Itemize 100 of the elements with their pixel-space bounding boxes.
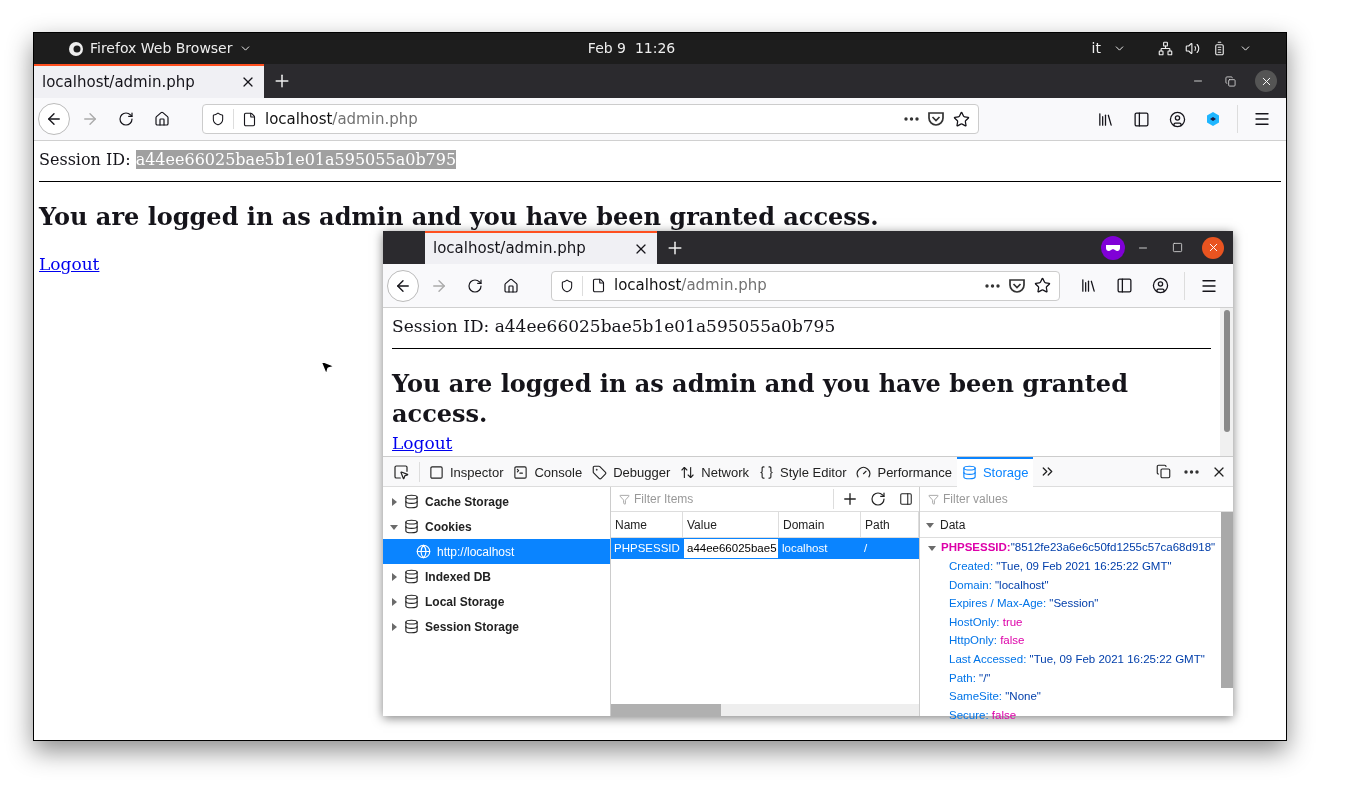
collapsed-caret-icon[interactable] <box>390 572 398 581</box>
console-tool-icon <box>513 465 529 480</box>
shield-icon <box>211 112 225 126</box>
expanded-caret-icon[interactable] <box>926 520 934 529</box>
tab-title: localhost/admin.php <box>42 71 195 93</box>
tab-title: localhost/admin.php <box>433 238 586 260</box>
more-icon <box>1183 469 1199 474</box>
cookie-entry[interactable]: PHPSESSID:"8512fe23a6e6c50fd1255c57ca68d918" <box>920 538 1221 557</box>
system-status-menu[interactable] <box>1158 41 1252 56</box>
column-header[interactable]: Domain <box>779 512 861 537</box>
devtools-tab[interactable]: Storage <box>956 456 1034 487</box>
forward-arrow-icon <box>81 110 99 128</box>
browser-tab[interactable]: localhost/admin.php <box>425 231 657 264</box>
volume-icon <box>1185 41 1200 56</box>
expanded-caret-icon[interactable] <box>390 522 398 531</box>
library-icon <box>1079 277 1097 294</box>
filter-icon <box>928 493 939 505</box>
storage-icon <box>404 569 419 584</box>
address-bar[interactable]: localhost/admin.php <box>202 104 979 134</box>
filter-items-field[interactable]: Filter Items <box>634 490 829 508</box>
back-button[interactable] <box>38 103 70 135</box>
column-header[interactable]: Name <box>611 512 683 537</box>
storage-tree-item[interactable]: Cache Storage <box>383 489 610 514</box>
storage-tree-item[interactable]: Indexed DB <box>383 564 610 589</box>
account-icon <box>1168 110 1186 128</box>
reload-icon <box>118 111 134 127</box>
storage-tree-item[interactable]: http://localhost <box>383 539 610 564</box>
account-icon <box>1151 277 1169 294</box>
storage-tree-item[interactable]: Session Storage <box>383 614 610 639</box>
cookie-property: Expires / Max-Age: "Session" <box>948 596 1100 612</box>
storage-tool-icon <box>961 465 977 480</box>
network-tool-icon <box>680 465 696 480</box>
sidebar-toggle-icon <box>899 492 913 506</box>
debugger-tool-icon <box>592 465 608 480</box>
storage-icon <box>404 594 419 609</box>
add-icon <box>841 490 859 508</box>
storage-tree-item[interactable]: Cookies <box>383 514 610 539</box>
url-text: localhost/admin.php <box>614 275 767 297</box>
storage-icon <box>404 494 419 509</box>
logout-link[interactable]: Logout <box>39 254 100 274</box>
devtools-tab[interactable]: Network <box>675 456 754 487</box>
close-window-button[interactable] <box>1255 70 1277 92</box>
maximize-icon <box>1171 242 1183 253</box>
filter-values-field[interactable]: Filter values <box>943 490 1143 508</box>
browser-tab[interactable]: localhost/admin.php <box>34 64 264 98</box>
keyboard-layout-menu[interactable]: it <box>1091 38 1126 59</box>
page-scrollbar-thumb[interactable] <box>1223 310 1230 432</box>
network-icon <box>1158 41 1173 56</box>
storage-tree-item[interactable]: Local Storage <box>383 589 610 614</box>
menu-icon <box>1253 110 1271 128</box>
devtools-tab[interactable]: Style Editor <box>754 456 852 487</box>
cookie-property: Secure: false <box>948 707 1018 723</box>
cookie-property: Last Accessed: "Tue, 09 Feb 2021 16:25:22 GMT" <box>948 651 1206 667</box>
filter-icon <box>619 493 630 505</box>
expanded-caret-icon[interactable] <box>928 543 936 552</box>
url-text: localhost/admin.php <box>265 108 418 130</box>
table-cell: a44ee66025bae5 <box>683 538 779 559</box>
session-id-text: Session ID: a44ee66025bae5b1e01a595055a0b795 <box>39 149 458 171</box>
page-heading: You are logged in as admin and you have been granted access. <box>392 368 1129 429</box>
cookie-property: Domain: "localhost" <box>948 577 1050 593</box>
vertical-scrollbar[interactable] <box>1221 512 1233 688</box>
clock[interactable]: Feb 9 11:26 <box>587 38 676 59</box>
collapsed-caret-icon[interactable] <box>390 497 398 506</box>
more-icon <box>985 283 1000 288</box>
extension-cube-icon <box>1205 111 1221 127</box>
address-bar[interactable]: localhost/admin.php <box>551 270 1060 301</box>
devtools-tab[interactable]: Inspector <box>424 456 509 487</box>
reload-icon <box>467 277 483 294</box>
bookmark-star-icon <box>1034 277 1051 294</box>
cookie-property: Created: "Tue, 09 Feb 2021 16:25:22 GMT" <box>948 559 1173 574</box>
globe-icon <box>416 544 431 559</box>
pocket-icon <box>927 111 945 127</box>
close-window-button[interactable] <box>1202 236 1224 259</box>
cookie-property: HostOnly: true <box>948 614 1024 630</box>
refresh-icon <box>870 491 886 507</box>
shield-icon <box>560 278 574 293</box>
devtools-tab[interactable]: Performance <box>851 456 957 487</box>
restore-icon <box>1224 75 1236 87</box>
table-row[interactable]: PHPSESSID a44ee66025bae5 localhost / <box>611 538 919 559</box>
column-header[interactable]: Path <box>861 512 919 537</box>
pocket-icon <box>1008 277 1026 294</box>
inspector-tool-icon <box>429 465 444 480</box>
style-tool-icon <box>759 465 774 480</box>
sidebar-icon <box>1132 110 1150 128</box>
home-icon <box>503 277 519 294</box>
table-cell-text: / <box>863 540 869 556</box>
page-icon <box>242 111 257 127</box>
back-button[interactable] <box>387 269 419 302</box>
devtools-tab[interactable]: Console <box>508 456 588 487</box>
collapsed-caret-icon[interactable] <box>390 597 398 606</box>
page-heading: You are logged in as admin and you have been granted access. <box>39 202 880 232</box>
collapsed-caret-icon[interactable] <box>390 622 398 631</box>
column-header[interactable]: Value <box>683 512 779 537</box>
devtools-tab[interactable]: Debugger <box>587 456 676 487</box>
element-picker-icon <box>393 463 409 480</box>
cookie-property: SameSite: "None" <box>948 689 1042 705</box>
horizontal-scrollbar-thumb[interactable] <box>611 704 721 716</box>
data-heading: Data <box>940 516 966 534</box>
logout-link[interactable]: Logout <box>392 432 453 453</box>
app-menu[interactable]: Firefox Web Browser <box>68 38 252 59</box>
